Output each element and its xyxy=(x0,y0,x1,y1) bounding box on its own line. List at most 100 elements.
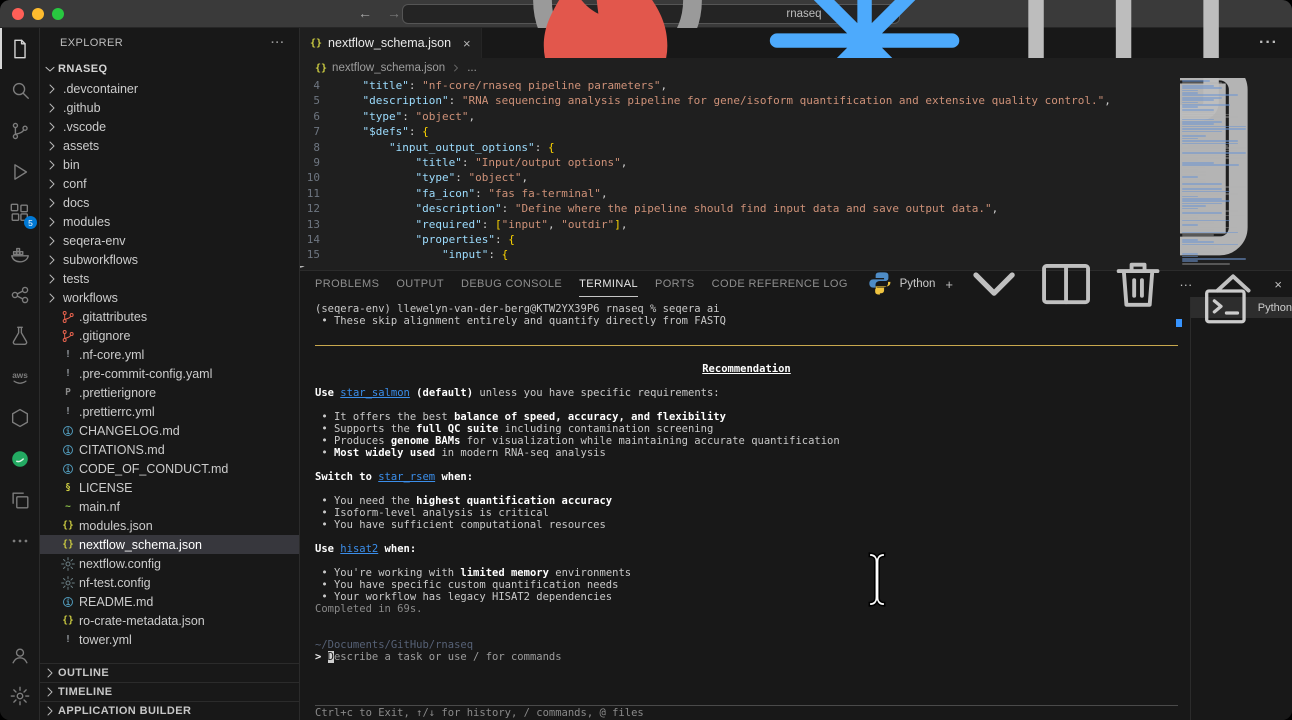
explorer-icon xyxy=(9,38,31,60)
docker-icon xyxy=(9,243,31,265)
terminal-output[interactable]: (seqera-env) llewelyn-van-der-berg@KTW2Y… xyxy=(300,297,1190,720)
terminal-instance-python[interactable]: Python xyxy=(1191,297,1292,318)
file-item[interactable]: {}nextflow_schema.json xyxy=(40,535,299,554)
line-number: 6 xyxy=(300,109,336,124)
file-item[interactable]: .gitattributes xyxy=(40,307,299,326)
section-rnaseq[interactable]: RNASEQ xyxy=(40,58,299,79)
yaml-icon: ! xyxy=(60,634,76,645)
breadcrumb[interactable]: {} nextflow_schema.json ... xyxy=(300,58,1292,78)
minimap[interactable] xyxy=(1182,80,1262,266)
folder-item[interactable]: .devcontainer xyxy=(40,79,299,98)
panel-tab-problems[interactable]: PROBLEMS xyxy=(315,271,379,297)
terminal-line: • Supports the full QC suite including c… xyxy=(315,423,1190,435)
code-line: 9 "title": "Input/output options", xyxy=(300,155,1180,170)
json-icon: {} xyxy=(60,520,76,531)
editor-tab-bar: {} nextflow_schema.json × ··· xyxy=(300,28,1292,58)
activity-snippets-button[interactable] xyxy=(0,479,40,520)
breadcrumb-symbol[interactable]: ... xyxy=(467,62,477,74)
activity-remote-explorer-button[interactable] xyxy=(0,274,40,315)
file-item[interactable]: iCITATIONS.md xyxy=(40,440,299,459)
terminal-line: • You have sufficient computational reso… xyxy=(315,519,1190,531)
chevron-right-icon xyxy=(44,195,60,211)
folder-item[interactable]: tests xyxy=(40,269,299,288)
activity-explorer-button[interactable] xyxy=(0,28,40,69)
activity-additional-views-button[interactable] xyxy=(0,520,40,561)
panel-more-actions-icon[interactable]: ··· xyxy=(1179,277,1192,292)
folder-item[interactable]: modules xyxy=(40,212,299,231)
section-application-builder[interactable]: APPLICATION BUILDER xyxy=(40,701,299,720)
section-outline[interactable]: OUTLINE xyxy=(40,663,299,682)
terminal-line xyxy=(315,327,1190,339)
activity-manage-button[interactable] xyxy=(0,675,40,716)
activity-docker-button[interactable] xyxy=(0,233,40,274)
tab-nextflow-schema-json[interactable]: {} nextflow_schema.json × xyxy=(300,28,482,58)
explorer-more-actions-icon[interactable]: ··· xyxy=(271,37,285,49)
line-number: 10 xyxy=(300,170,336,185)
minimize-window-button[interactable] xyxy=(32,8,44,20)
breadcrumb-file[interactable]: nextflow_schema.json xyxy=(332,62,445,74)
folder-item[interactable]: subworkflows xyxy=(40,250,299,269)
file-item[interactable]: {}modules.json xyxy=(40,516,299,535)
activity-search-button[interactable] xyxy=(0,69,40,110)
section-timeline[interactable]: TIMELINE xyxy=(40,682,299,701)
file-tree: .devcontainer.github.vscodeassetsbinconf… xyxy=(40,79,299,649)
file-item[interactable]: iCODE_OF_CONDUCT.md xyxy=(40,459,299,478)
activity-extensions-button[interactable]: 5 xyxy=(0,192,40,233)
activity-extension-view-button[interactable] xyxy=(0,397,40,438)
folder-item[interactable]: .github xyxy=(40,98,299,117)
panel-tab-debug-console[interactable]: DEBUG CONSOLE xyxy=(461,271,562,297)
terminal-link[interactable]: star_salmon xyxy=(340,387,410,399)
chevron-right-icon xyxy=(44,119,60,135)
terminal-line: • Isoform-level analysis is critical xyxy=(315,507,1190,519)
source-control-icon xyxy=(9,120,31,142)
file-item[interactable]: nextflow.config xyxy=(40,554,299,573)
file-item[interactable]: !.nf-core.yml xyxy=(40,345,299,364)
folder-item[interactable]: conf xyxy=(40,174,299,193)
activity-run-and-debug-button[interactable] xyxy=(0,151,40,192)
close-panel-icon[interactable]: × xyxy=(1274,277,1282,292)
close-tab-icon[interactable]: × xyxy=(463,36,471,51)
activity-aws-button[interactable]: aws xyxy=(0,356,40,397)
folder-item[interactable]: workflows xyxy=(40,288,299,307)
file-item[interactable]: nf-test.config xyxy=(40,573,299,592)
terminal-line: Recommendation xyxy=(315,363,1190,375)
file-item[interactable]: .gitignore xyxy=(40,326,299,345)
section-label: APPLICATION BUILDER xyxy=(58,705,191,717)
file-item[interactable]: !.prettierrc.yml xyxy=(40,402,299,421)
activity-seqera-button[interactable] xyxy=(0,438,40,479)
file-item[interactable]: !tower.yml xyxy=(40,630,299,649)
line-number: 5 xyxy=(300,93,336,108)
panel-tab-ports[interactable]: PORTS xyxy=(655,271,695,297)
file-item[interactable]: iCHANGELOG.md xyxy=(40,421,299,440)
terminal-scrollbar-marker[interactable] xyxy=(1176,319,1182,327)
file-item[interactable]: P.prettierignore xyxy=(40,383,299,402)
line-number: 9 xyxy=(300,155,336,170)
folder-item[interactable]: docs xyxy=(40,193,299,212)
panel-tab-code-reference-log[interactable]: CODE REFERENCE LOG xyxy=(712,271,848,297)
folder-item[interactable]: bin xyxy=(40,155,299,174)
folder-item[interactable]: .vscode xyxy=(40,117,299,136)
code-editor[interactable]: 4 "title": "nf-core/rnaseq pipeline para… xyxy=(300,78,1180,266)
terminal-shell-selector[interactable]: Python xyxy=(865,268,936,301)
file-item[interactable]: iREADME.md xyxy=(40,592,299,611)
file-name: .nf-core.yml xyxy=(79,348,144,362)
editor-more-actions-icon[interactable]: ··· xyxy=(1259,34,1278,52)
folder-item[interactable]: assets xyxy=(40,136,299,155)
file-item[interactable]: §LICENSE xyxy=(40,478,299,497)
activity-source-control-button[interactable] xyxy=(0,110,40,151)
file-item[interactable]: !.pre-commit-config.yaml xyxy=(40,364,299,383)
activity-accounts-button[interactable] xyxy=(0,634,40,675)
terminal-link[interactable]: star_rsem xyxy=(378,471,435,483)
new-terminal-button[interactable]: + xyxy=(945,277,953,292)
bottom-panel: PROBLEMS OUTPUT DEBUG CONSOLE TERMINAL PORTS… xyxy=(300,270,1292,720)
file-item[interactable]: ~main.nf xyxy=(40,497,299,516)
terminal-link[interactable]: hisat2 xyxy=(340,543,378,555)
folder-item[interactable]: seqera-env xyxy=(40,231,299,250)
file-name: .gitattributes xyxy=(79,310,147,324)
file-item[interactable]: {}ro-crate-metadata.json xyxy=(40,611,299,630)
terminal-line xyxy=(315,615,1190,627)
close-window-button[interactable] xyxy=(12,8,24,20)
panel-tab-output[interactable]: OUTPUT xyxy=(396,271,444,297)
panel-tab-terminal[interactable]: TERMINAL xyxy=(579,271,638,297)
activity-testing-button[interactable] xyxy=(0,315,40,356)
